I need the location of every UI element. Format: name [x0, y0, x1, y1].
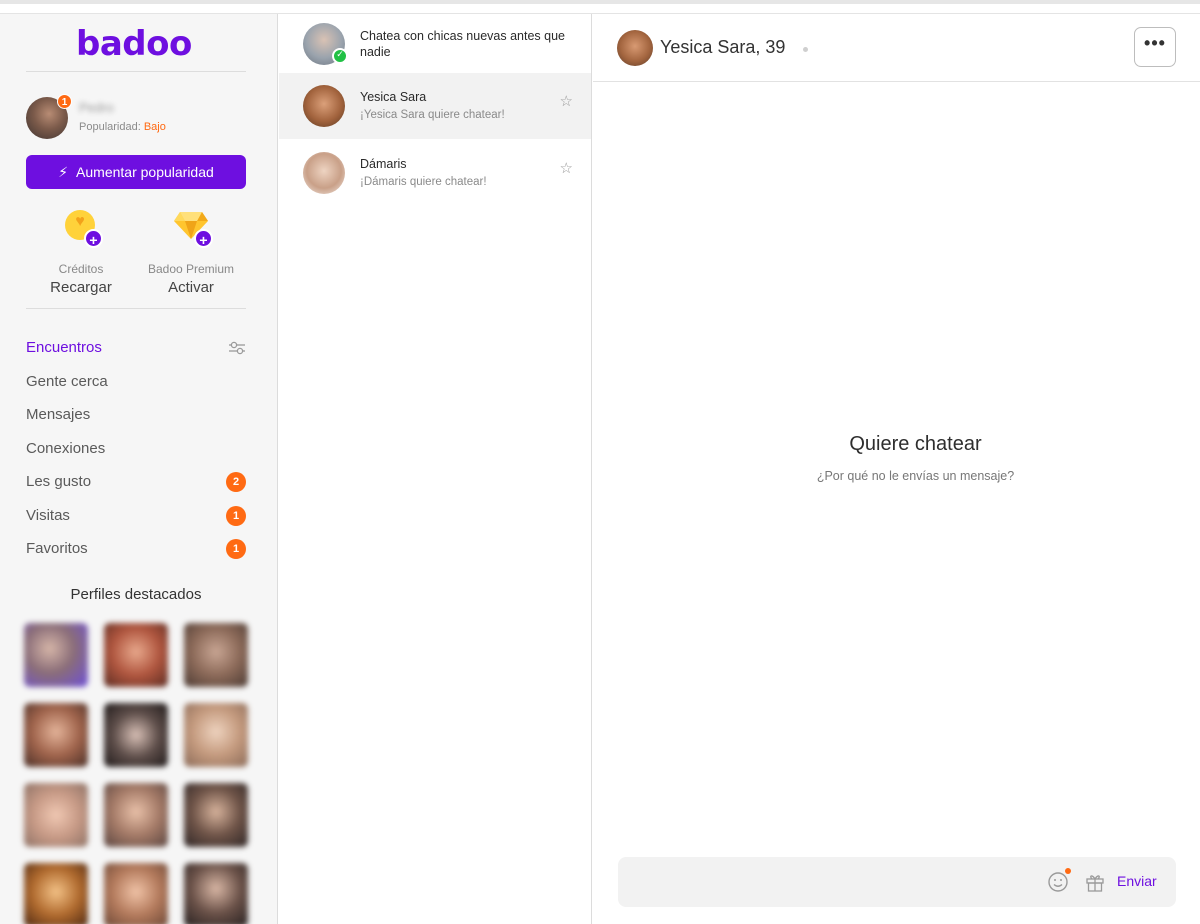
count-badge: 1	[226, 505, 246, 526]
boost-popularity-button[interactable]: ⚡︎ Aumentar popularidad	[26, 155, 246, 189]
notification-dot-icon	[1065, 868, 1071, 874]
conversation-promo-text: Chatea con chicas nuevas antes que nadie	[360, 29, 565, 59]
conversation-avatar	[303, 85, 345, 127]
featured-profile-thumb[interactable]	[24, 863, 88, 924]
nav-item-label: Gente cerca	[26, 372, 108, 390]
filter-sliders-icon[interactable]	[228, 339, 246, 357]
popularity-value: Bajo	[143, 121, 166, 133]
message-composer[interactable]: Enviar	[618, 857, 1176, 907]
conversation-name: Dámaris	[360, 157, 407, 171]
empty-state-subtitle: ¿Por qué no le envías un mensaje?	[816, 469, 1015, 483]
credits-promo[interactable]: + Créditos Recargar	[21, 208, 141, 296]
credits-action[interactable]: Recargar	[21, 279, 141, 296]
divider	[26, 308, 246, 309]
nav-item-label: Les gusto	[26, 473, 92, 490]
nav-item-favoritos[interactable]: Favoritos 1	[26, 537, 246, 571]
premium-promo[interactable]: + Badoo Premium Activar	[131, 208, 251, 296]
chat-panel: Yesica Sara, 39 ••• Quiere chatear ¿Por …	[593, 14, 1200, 924]
nav-item-label: Mensajes	[26, 406, 91, 423]
conversation-promo[interactable]: Chatea con chicas nuevas antes que nadie	[279, 14, 591, 80]
user-notification-badge: 1	[57, 94, 72, 109]
featured-profile-thumb[interactable]	[184, 623, 248, 687]
emoji-icon[interactable]	[1047, 871, 1069, 893]
premium-action[interactable]: Activar	[131, 279, 251, 296]
featured-profile-thumb[interactable]	[24, 623, 88, 687]
status-dot-icon	[803, 47, 808, 52]
nav-item-gente-cerca[interactable]: Gente cerca	[26, 370, 246, 404]
featured-profiles-title: Perfiles destacados	[70, 586, 202, 603]
count-badge: 2	[226, 472, 246, 492]
browser-top-strip	[0, 0, 1200, 14]
divider	[26, 71, 246, 72]
nav-item-label: Encuentros	[26, 339, 102, 356]
featured-profile-thumb[interactable]	[24, 703, 88, 767]
plus-icon: +	[194, 229, 213, 248]
conversation-preview: ¡Yesica Sara quiere chatear!	[360, 109, 505, 121]
nav-item-encuentros[interactable]: Encuentros	[26, 336, 246, 370]
badoo-logo[interactable]: badoo	[76, 24, 192, 64]
nav-item-label: Conexiones	[26, 439, 106, 457]
chat-title[interactable]: Yesica Sara, 39	[660, 37, 785, 58]
conversation-item-yesica-sara[interactable]: Yesica Sara ¡Yesica Sara quiere chatear!…	[279, 73, 591, 139]
bolt-icon: ⚡︎	[58, 163, 69, 180]
conversation-avatar	[303, 152, 345, 194]
conversation-preview: ¡Dámaris quiere chatear!	[360, 176, 487, 188]
popularity-label: Popularidad:	[79, 121, 141, 133]
main-nav: Encuentros Gente cerca Mensajes Conexion…	[26, 336, 246, 571]
diamond-icon: +	[169, 208, 213, 248]
empty-state-title: Quiere chatear	[849, 433, 982, 455]
conversation-list: Chatea con chicas nuevas antes que nadie…	[279, 14, 592, 924]
featured-profiles-grid	[24, 623, 250, 924]
chat-header: Yesica Sara, 39 •••	[593, 14, 1200, 82]
nav-item-visitas[interactable]: Visitas 1	[26, 504, 246, 538]
featured-profile-thumb[interactable]	[24, 783, 88, 847]
featured-profile-thumb[interactable]	[104, 623, 168, 687]
featured-profile-thumb[interactable]	[184, 863, 248, 924]
credits-caption: Créditos	[58, 262, 104, 276]
nav-item-label: Visitas	[26, 506, 70, 524]
online-check-icon	[332, 48, 348, 64]
send-button[interactable]: Enviar	[1117, 873, 1157, 889]
featured-profile-thumb[interactable]	[104, 863, 168, 924]
nav-item-label: Favoritos	[26, 540, 88, 557]
coin-heart-icon: +	[59, 208, 103, 248]
gift-icon[interactable]	[1084, 871, 1106, 893]
nav-item-les-gusto[interactable]: Les gusto 2	[26, 470, 246, 504]
nav-item-conexiones[interactable]: Conexiones	[26, 437, 246, 471]
sidebar: badoo 1 Pedro Popularidad: Bajo ⚡︎ Aumen…	[0, 14, 278, 924]
boost-popularity-label: Aumentar popularidad	[76, 164, 214, 180]
count-badge: 1	[226, 539, 246, 559]
conversation-name: Yesica Sara	[360, 90, 427, 104]
more-options-button[interactable]: •••	[1134, 27, 1176, 67]
user-popularity: Popularidad: Bajo	[79, 121, 166, 133]
star-icon[interactable]: ☆	[560, 159, 573, 177]
featured-profile-thumb[interactable]	[184, 703, 248, 767]
featured-profile-thumb[interactable]	[104, 783, 168, 847]
premium-caption: Badoo Premium	[147, 262, 235, 276]
plus-icon: +	[84, 229, 103, 248]
featured-profile-thumb[interactable]	[184, 783, 248, 847]
chat-avatar[interactable]	[617, 30, 653, 66]
conversation-item-damaris[interactable]: Dámaris ¡Dámaris quiere chatear! ☆	[279, 140, 591, 206]
star-icon[interactable]: ☆	[560, 92, 573, 110]
user-name[interactable]: Pedro	[79, 100, 114, 115]
featured-profile-thumb[interactable]	[104, 703, 168, 767]
nav-item-mensajes[interactable]: Mensajes	[26, 403, 246, 437]
